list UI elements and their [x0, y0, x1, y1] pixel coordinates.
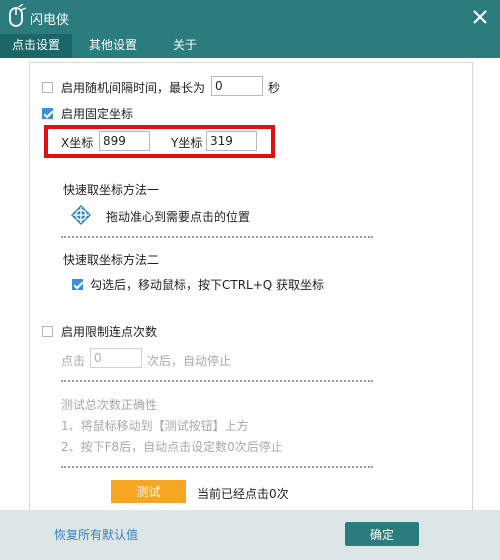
limit-clicks-suffix: 次后，自动停止	[147, 354, 232, 368]
random-interval-unit: 秒	[268, 81, 281, 95]
method1-text: 拖动准心到需要点击的位置	[106, 210, 251, 224]
tab-bar: 点击设置 其他设置 关于	[0, 34, 500, 58]
footer-bar: 恢复所有默认值 确定	[0, 510, 500, 560]
method2-title: 快速取坐标方法二	[63, 253, 160, 267]
click-count-status: 当前已经点击0次	[197, 487, 289, 501]
test-section-title: 测试总次数正确性	[61, 398, 158, 412]
divider	[61, 466, 373, 468]
x-coord-label: X坐标	[61, 136, 94, 150]
window-title: 闪电侠	[30, 13, 70, 28]
random-interval-input[interactable]	[211, 76, 263, 96]
settings-panel: 启用随机间隔时间，最长为 秒 启用固定坐标 X坐标 Y坐标 快速取坐标方法一 拖…	[29, 62, 473, 512]
random-interval-label: 启用随机间隔时间，最长为	[61, 81, 206, 95]
method1-title: 快速取坐标方法一	[63, 183, 160, 197]
ok-button[interactable]: 确定	[345, 522, 419, 546]
limit-clicks-checkbox[interactable]	[42, 326, 53, 337]
mouse-icon	[9, 4, 27, 27]
test-step-2: 2、按下F8后，自动点击设定数0次后停止	[61, 440, 283, 454]
y-coord-input[interactable]	[206, 131, 257, 151]
y-coord-label: Y坐标	[171, 136, 203, 150]
random-interval-checkbox[interactable]	[42, 82, 53, 93]
test-button[interactable]: 测试	[111, 480, 186, 503]
divider	[61, 236, 373, 238]
tab-other-settings[interactable]: 其他设置	[78, 34, 148, 58]
limit-clicks-prefix: 点击	[61, 354, 86, 368]
title-bar: 闪电侠	[0, 0, 500, 34]
method2-text: 勾选后，移动鼠标，按下CTRL+Q 获取坐标	[90, 278, 325, 292]
tab-click-settings[interactable]: 点击设置	[0, 34, 72, 58]
close-icon[interactable]	[468, 5, 492, 29]
fixed-coord-label: 启用固定坐标	[61, 107, 134, 121]
limit-clicks-input[interactable]	[90, 348, 142, 368]
x-coord-input[interactable]	[99, 131, 150, 151]
divider	[61, 380, 373, 382]
crosshair-icon[interactable]	[70, 204, 92, 226]
test-step-1: 1、将鼠标移动到【测试按钮】上方	[61, 419, 249, 433]
tab-about[interactable]: 关于	[160, 34, 210, 58]
fixed-coord-checkbox[interactable]	[42, 108, 53, 119]
restore-defaults-link[interactable]: 恢复所有默认值	[54, 526, 138, 543]
method2-checkbox[interactable]	[72, 279, 83, 290]
limit-clicks-label: 启用限制连点次数	[61, 325, 158, 339]
